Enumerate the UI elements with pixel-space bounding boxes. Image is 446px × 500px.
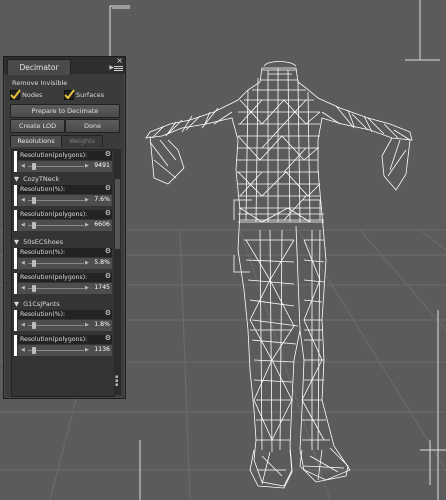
group-header[interactable]: ▼ 50sECShoes bbox=[14, 238, 63, 246]
arrow-left-icon[interactable]: ◀ bbox=[21, 222, 25, 228]
property-label: Resolution(polygons): bbox=[20, 274, 88, 281]
property-value[interactable]: 1745 bbox=[94, 284, 110, 291]
arrow-left-icon[interactable]: ◀ bbox=[21, 347, 25, 353]
resolution-percent-row[interactable]: Resolution(%): ⚙ ◀ ▶ 7.6% bbox=[14, 184, 112, 206]
slider-knob[interactable] bbox=[32, 260, 36, 267]
property-value[interactable]: 7.6% bbox=[94, 196, 110, 203]
group-name: G1CsJPants bbox=[23, 300, 60, 308]
done-button[interactable]: Done bbox=[65, 119, 120, 133]
property-bar bbox=[14, 210, 17, 231]
arrow-left-icon[interactable]: ◀ bbox=[21, 197, 25, 203]
vertical-scrollbar[interactable] bbox=[114, 149, 121, 395]
arrow-right-icon[interactable]: ▶ bbox=[85, 347, 89, 353]
resolution-polygons-row[interactable]: Resolution(polygons): ⚙ ◀ ▶ 1745 bbox=[14, 272, 112, 294]
wireframe-figure[interactable] bbox=[145, 61, 413, 489]
group-header[interactable]: ▼ CozyTNeck bbox=[14, 175, 59, 183]
surfaces-label: Surfaces bbox=[76, 91, 105, 99]
property-bar bbox=[14, 335, 17, 356]
arrow-right-icon[interactable]: ▶ bbox=[85, 163, 89, 169]
checkmark-icon bbox=[64, 89, 75, 100]
slider-knob[interactable] bbox=[32, 222, 36, 229]
resolution-percent-row[interactable]: Resolution(%): ⚙ ◀ ▶ 5.8% bbox=[14, 247, 112, 269]
property-label: Resolution(%): bbox=[20, 311, 66, 318]
property-label: Resolution(%): bbox=[20, 186, 66, 193]
group-name: CozyTNeck bbox=[23, 175, 60, 183]
arrow-left-icon[interactable]: ◀ bbox=[21, 285, 25, 291]
slider-track[interactable] bbox=[28, 350, 84, 351]
create-lod-button[interactable]: Create LOD bbox=[10, 119, 65, 133]
gear-icon[interactable]: ⚙ bbox=[105, 184, 111, 192]
resolution-polygons-row[interactable]: Resolution(polygons): ⚙ ◀ ▶ 1136 bbox=[14, 334, 112, 356]
slider-track[interactable] bbox=[28, 225, 84, 226]
remove-invisible-label: Remove Invisible bbox=[12, 79, 68, 87]
property-value[interactable]: 6606 bbox=[94, 221, 110, 228]
property-bar bbox=[14, 273, 17, 294]
arrow-right-icon[interactable]: ▶ bbox=[85, 322, 89, 328]
arrow-left-icon[interactable]: ◀ bbox=[21, 260, 25, 266]
arrow-right-icon[interactable]: ▶ bbox=[85, 222, 89, 228]
property-label: Resolution(polygons): bbox=[20, 336, 88, 343]
property-bar bbox=[14, 248, 17, 269]
slider-track[interactable] bbox=[28, 166, 84, 167]
decimator-tab[interactable]: Decimator bbox=[7, 59, 71, 75]
slider-knob[interactable] bbox=[32, 347, 36, 354]
resolution-polygons-row[interactable]: Resolution(polygons): ⚙ ◀ ▶ 9491 bbox=[14, 150, 112, 172]
resize-grip-icon[interactable]: ▪ ▪ ▪ bbox=[115, 375, 118, 388]
slider-track[interactable] bbox=[28, 200, 84, 201]
prepare-to-decimate-button[interactable]: Prepare to Decimate bbox=[10, 104, 120, 118]
slider-track[interactable] bbox=[28, 288, 84, 289]
slider-track[interactable] bbox=[28, 325, 84, 326]
gear-icon[interactable]: ⚙ bbox=[105, 309, 111, 317]
arrow-right-icon[interactable]: ▶ bbox=[85, 197, 89, 203]
slider-knob[interactable] bbox=[32, 322, 36, 329]
gear-icon[interactable]: ⚙ bbox=[105, 209, 111, 217]
property-value[interactable]: 9491 bbox=[94, 162, 110, 169]
decimator-panel: Decimator × ▶ Remove Invisible Nodes Sur… bbox=[3, 56, 126, 399]
group-header[interactable]: ▼ G1CsJPants bbox=[14, 300, 60, 308]
gear-icon[interactable]: ⚙ bbox=[105, 272, 111, 280]
property-bar bbox=[14, 310, 17, 331]
property-value[interactable]: 1.8% bbox=[94, 321, 110, 328]
gear-icon[interactable]: ⚙ bbox=[105, 247, 111, 255]
panel-tab-bar: Decimator × ▶ bbox=[4, 56, 125, 75]
group-name: 50sECShoes bbox=[23, 238, 64, 246]
scrollbar-thumb[interactable] bbox=[115, 179, 120, 249]
nodes-label: Nodes bbox=[22, 91, 43, 99]
arrow-right-icon[interactable]: ▶ bbox=[85, 260, 89, 266]
arrow-left-icon[interactable]: ◀ bbox=[21, 322, 25, 328]
gear-icon[interactable]: ⚙ bbox=[105, 334, 111, 342]
tab-resolutions[interactable]: Resolutions bbox=[10, 135, 62, 147]
property-bar bbox=[14, 151, 17, 172]
arrow-right-icon[interactable]: ▶ bbox=[85, 285, 89, 291]
slider-knob[interactable] bbox=[32, 163, 36, 170]
surfaces-checkbox[interactable] bbox=[64, 89, 75, 100]
property-value[interactable]: 5.8% bbox=[94, 259, 110, 266]
checkmark-icon bbox=[10, 89, 21, 100]
gear-icon[interactable]: ⚙ bbox=[105, 150, 111, 158]
resolutions-list[interactable]: Resolution(polygons): ⚙ ◀ ▶ 9491 ▼ CozyT… bbox=[11, 149, 115, 397]
slider-knob[interactable] bbox=[32, 285, 36, 292]
slider-knob[interactable] bbox=[32, 197, 36, 204]
resolution-percent-row[interactable]: Resolution(%): ⚙ ◀ ▶ 1.8% bbox=[14, 309, 112, 331]
resolution-polygons-row[interactable]: Resolution(polygons): ⚙ ◀ ▶ 6606 bbox=[14, 209, 112, 231]
tab-weights[interactable]: Weights bbox=[61, 135, 103, 147]
property-bar bbox=[14, 185, 17, 206]
property-label: Resolution(%): bbox=[20, 249, 66, 256]
close-icon[interactable]: × bbox=[116, 56, 123, 65]
property-label: Resolution(polygons): bbox=[20, 152, 88, 159]
arrow-left-icon[interactable]: ◀ bbox=[21, 163, 25, 169]
menu-icon[interactable] bbox=[114, 65, 123, 73]
nodes-checkbox[interactable] bbox=[10, 89, 21, 100]
property-value[interactable]: 1136 bbox=[94, 346, 110, 353]
slider-track[interactable] bbox=[28, 263, 84, 264]
property-label: Resolution(polygons): bbox=[20, 211, 88, 218]
